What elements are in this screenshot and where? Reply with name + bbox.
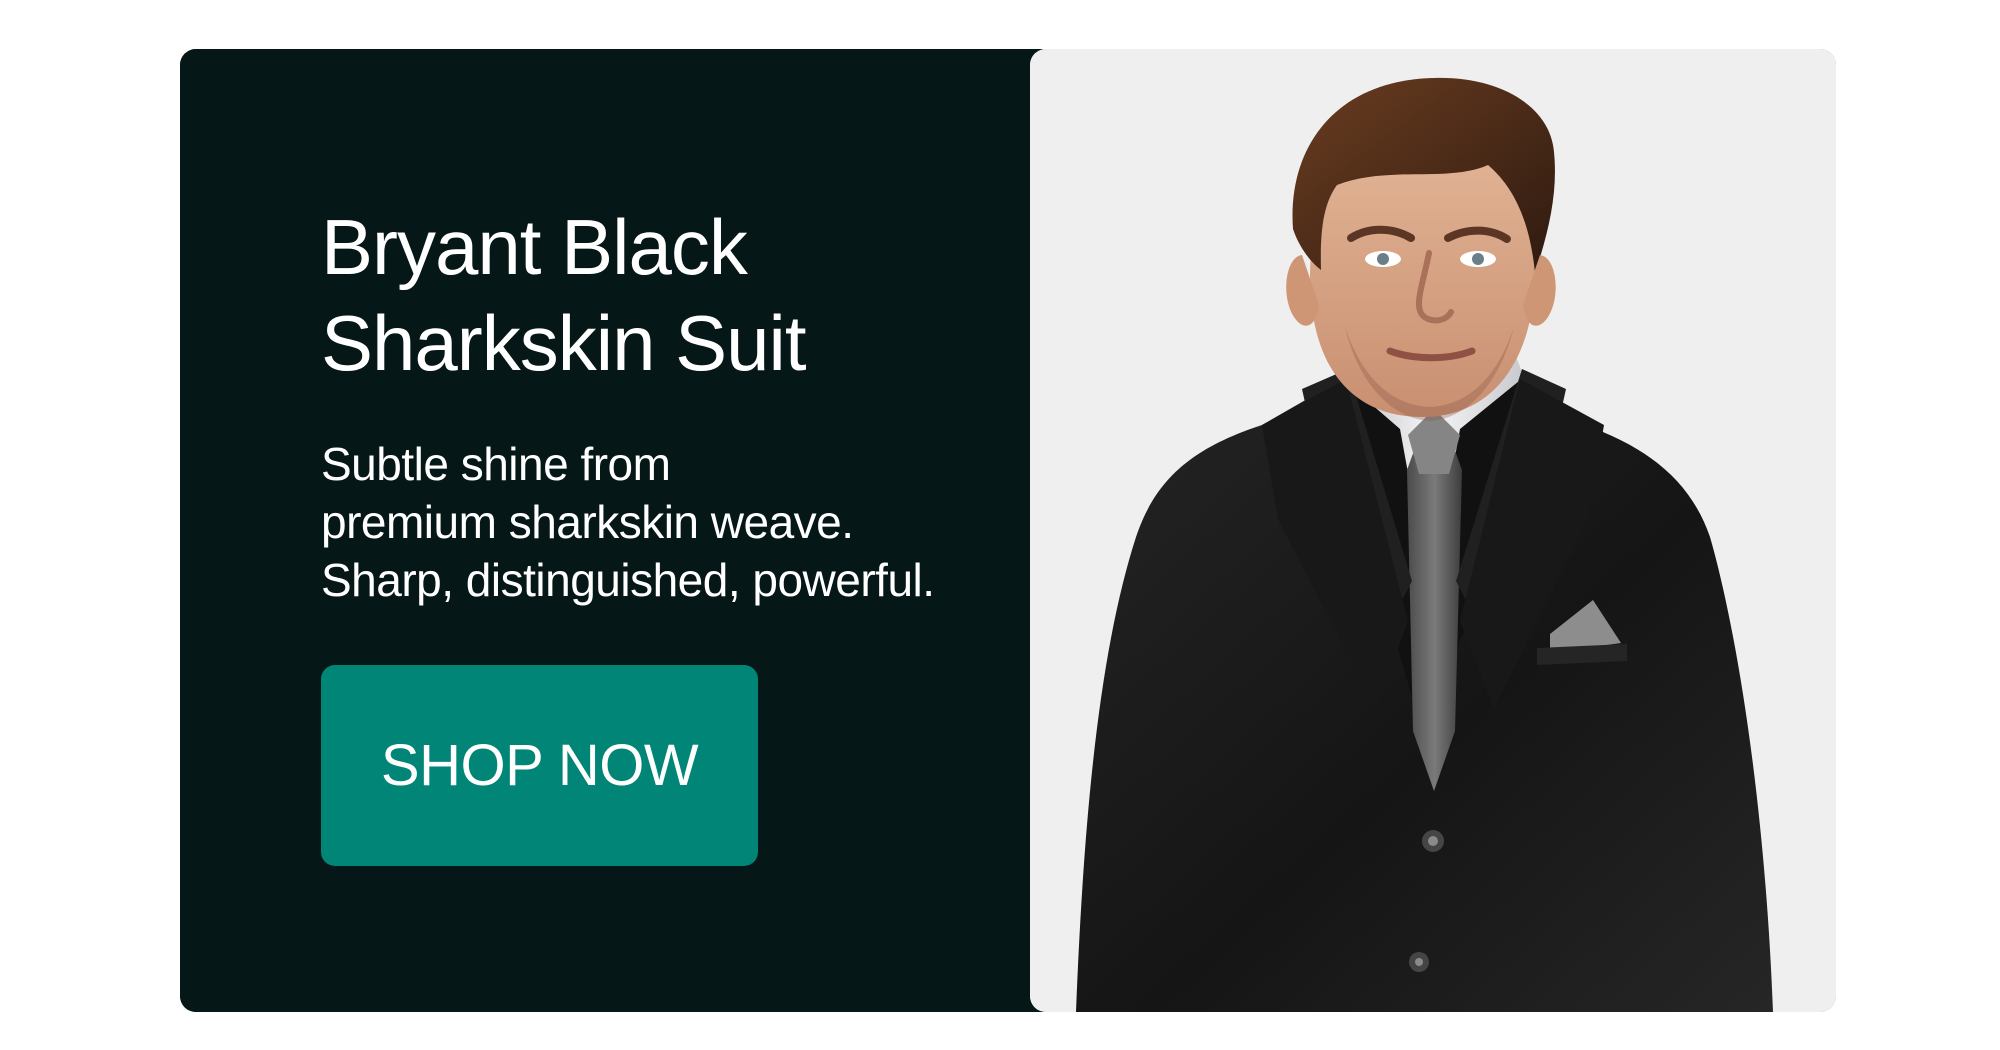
promo-banner: Bryant Black Sharkskin Suit Subtle shine… [180,49,1836,1012]
product-title: Bryant Black Sharkskin Suit [321,199,807,391]
product-image-panel [1030,49,1836,1012]
product-description-line-1: Subtle shine from [321,438,671,490]
product-title-line-1: Bryant Black [321,203,748,291]
product-description: Subtle shine from premium sharkskin weav… [321,435,935,609]
product-description-line-3: Sharp, distinguished, powerful. [321,554,935,606]
promo-text-panel: Bryant Black Sharkskin Suit Subtle shine… [180,49,1030,1012]
shop-now-button[interactable]: SHOP NOW [321,665,758,866]
product-title-line-2: Sharkskin Suit [321,299,807,387]
product-description-line-2: premium sharkskin weave. [321,496,854,548]
man-in-suit-image [1030,49,1836,1012]
